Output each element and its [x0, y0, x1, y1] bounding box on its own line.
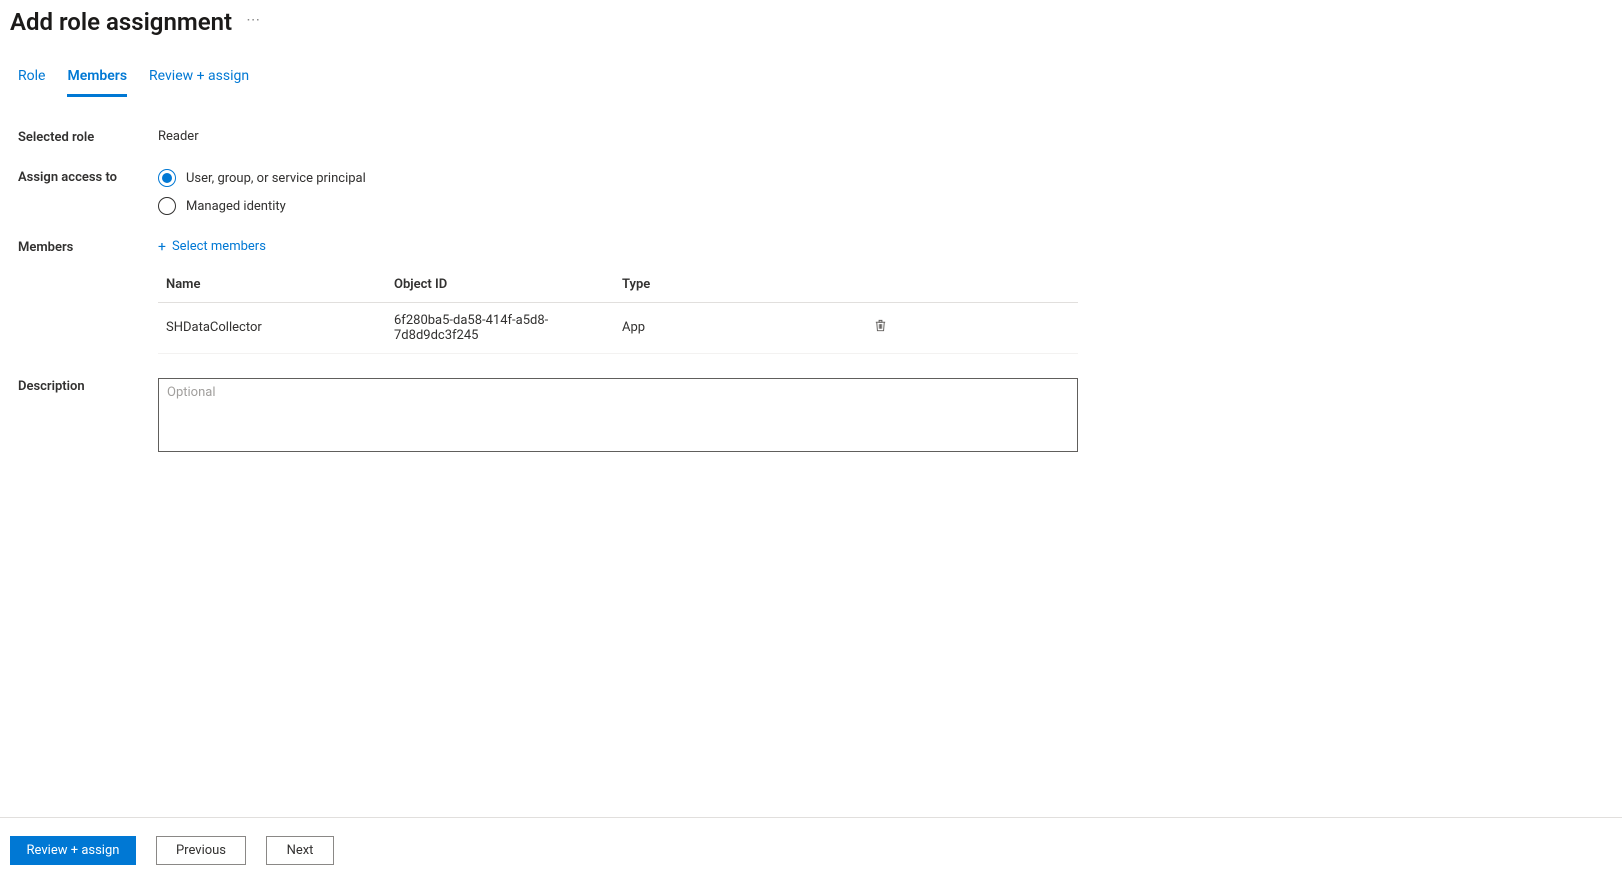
member-object-id: 6f280ba5-da58-414f-a5d8-7d8d9dc3f245	[394, 313, 622, 343]
members-table: Name Object ID Type SHDataCollector 6f28…	[158, 267, 1078, 354]
table-row: SHDataCollector 6f280ba5-da58-414f-a5d8-…	[158, 303, 1078, 354]
select-members-link[interactable]: + Select members	[158, 239, 266, 254]
trash-icon[interactable]	[873, 318, 888, 333]
page-title: Add role assignment	[10, 8, 232, 36]
col-header-name: Name	[166, 277, 394, 292]
selected-role-label: Selected role	[18, 129, 158, 145]
tab-members[interactable]: Members	[67, 66, 127, 97]
radio-icon	[158, 169, 176, 187]
radio-user-group-sp[interactable]: User, group, or service principal	[158, 169, 1612, 187]
members-label: Members	[18, 239, 158, 255]
tab-role[interactable]: Role	[18, 66, 45, 97]
member-type: App	[622, 320, 850, 335]
description-input[interactable]	[158, 378, 1078, 452]
description-label: Description	[18, 378, 158, 394]
assign-access-radio-group: User, group, or service principal Manage…	[158, 169, 1612, 215]
review-assign-button[interactable]: Review + assign	[10, 836, 136, 865]
next-button[interactable]: Next	[266, 836, 334, 865]
radio-user-group-sp-label: User, group, or service principal	[186, 171, 366, 186]
radio-icon	[158, 197, 176, 215]
radio-managed-identity-label: Managed identity	[186, 199, 286, 214]
assign-access-to-label: Assign access to	[18, 169, 158, 185]
previous-button[interactable]: Previous	[156, 836, 246, 865]
selected-role-value: Reader	[158, 129, 1612, 144]
plus-icon: +	[158, 240, 166, 254]
more-options-icon[interactable]: ⋯	[246, 13, 260, 31]
footer-bar: Review + assign Previous Next	[0, 817, 1622, 883]
select-members-text: Select members	[172, 239, 266, 254]
col-header-type: Type	[622, 277, 850, 292]
tab-review-assign[interactable]: Review + assign	[149, 66, 249, 97]
member-name: SHDataCollector	[166, 320, 394, 335]
radio-managed-identity[interactable]: Managed identity	[158, 197, 1612, 215]
tab-bar: Role Members Review + assign	[10, 66, 1612, 97]
col-header-object-id: Object ID	[394, 277, 622, 292]
